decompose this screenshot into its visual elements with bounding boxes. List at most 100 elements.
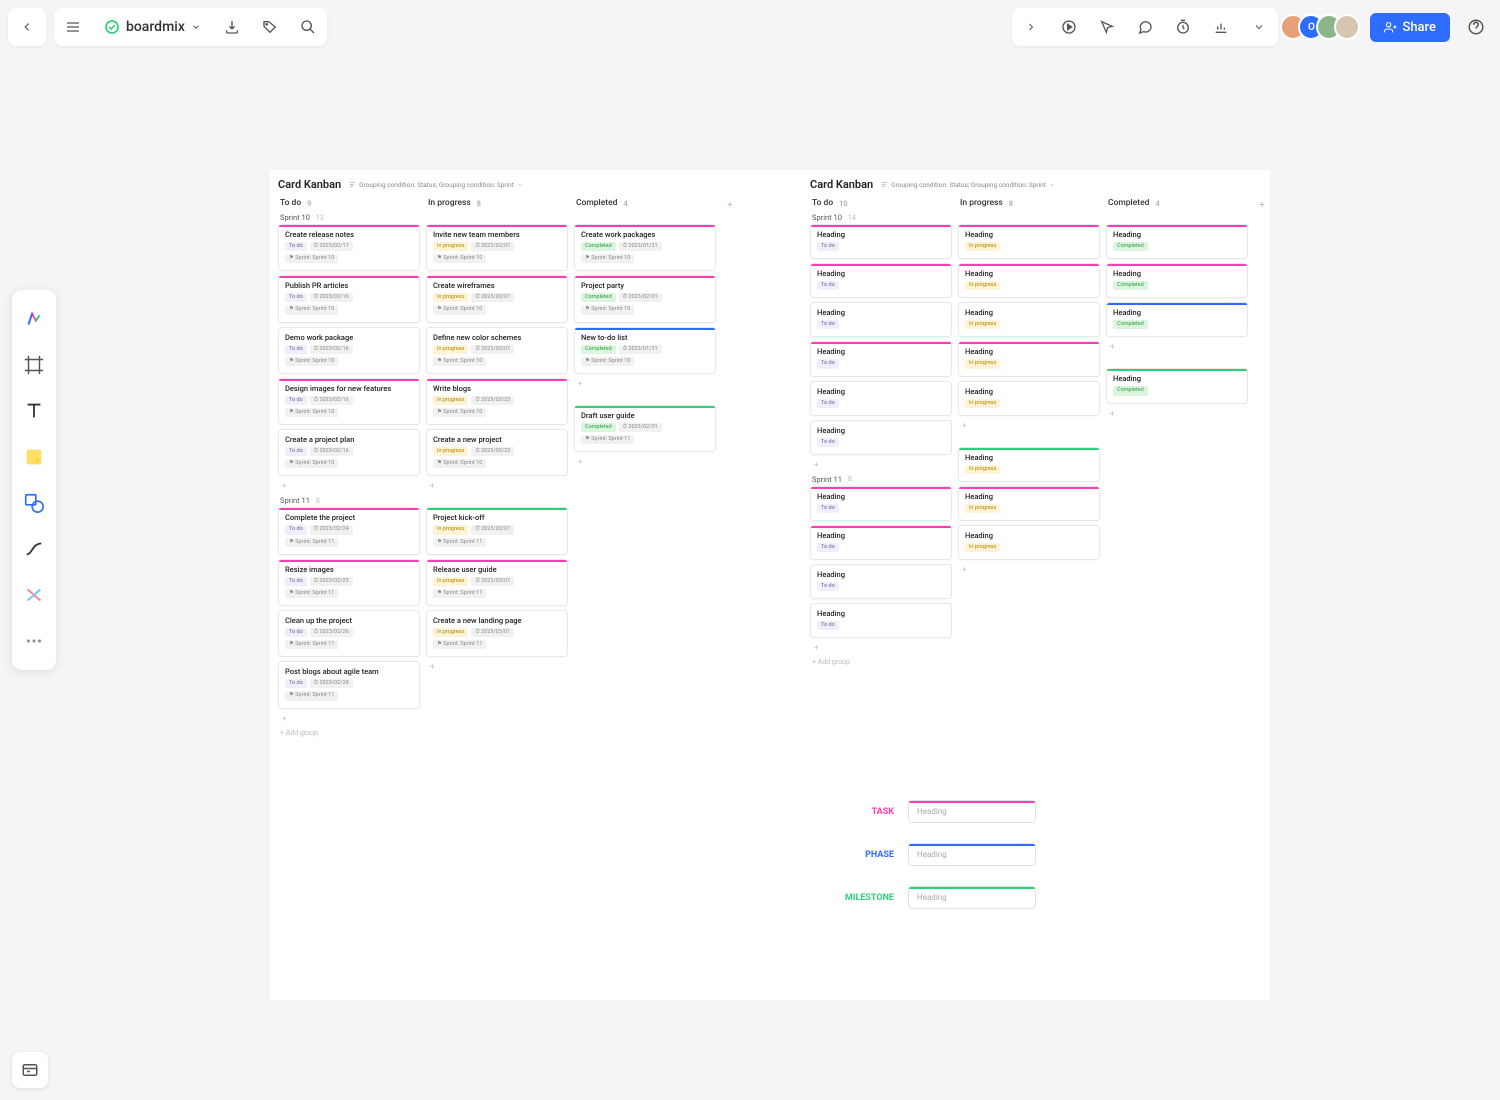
kanban-card[interactable]: Create a new landing page In progress⏱ 2… xyxy=(426,610,568,657)
kanban-card[interactable]: Invite new team members In progress⏱ 202… xyxy=(426,224,568,271)
kanban-card[interactable]: Heading In progress xyxy=(958,263,1100,298)
kanban-card[interactable]: Design images for new features To do⏱ 20… xyxy=(278,378,420,425)
timer-button[interactable] xyxy=(1164,8,1202,46)
add-column-button[interactable]: + xyxy=(1254,197,1270,213)
kanban-card[interactable]: Heading In progress xyxy=(958,486,1100,521)
add-card-button[interactable]: + xyxy=(574,456,716,470)
add-column-button[interactable]: + xyxy=(722,197,738,213)
kanban-card[interactable]: Clean up the project To do⏱ 2023/02/26⚑ … xyxy=(278,610,420,657)
search-button[interactable] xyxy=(289,8,327,46)
kanban-card[interactable]: Heading To do xyxy=(810,603,952,638)
kanban-card[interactable]: Heading To do xyxy=(810,302,952,337)
column-header[interactable]: To do9 xyxy=(278,195,420,211)
kanban-board-right[interactable]: Card Kanban Grouping condition: Status; … xyxy=(810,178,1270,668)
line-tool-icon[interactable] xyxy=(12,528,56,570)
comment-button[interactable] xyxy=(1126,8,1164,46)
kanban-card[interactable]: Publish PR articles To do⏱ 2023/02/16⚑ S… xyxy=(278,275,420,322)
group-label[interactable]: Sprint 118 xyxy=(810,473,952,486)
column-header[interactable]: Completed4 xyxy=(574,195,716,211)
kanban-card[interactable]: Heading To do xyxy=(810,486,952,521)
logo-tool-icon[interactable] xyxy=(12,298,56,340)
kanban-card[interactable]: Heading In progress xyxy=(958,302,1100,337)
kanban-card[interactable]: Create work packages Completed⏱ 2023/01/… xyxy=(574,224,716,271)
play-button[interactable] xyxy=(1050,8,1088,46)
text-tool-icon[interactable] xyxy=(12,390,56,432)
kanban-card[interactable]: Post blogs about agile team To do⏱ 2023/… xyxy=(278,661,420,708)
share-button[interactable]: Share xyxy=(1370,13,1450,42)
kanban-card[interactable]: Heading To do xyxy=(810,341,952,376)
cursor-button[interactable] xyxy=(1088,8,1126,46)
add-card-button[interactable]: + xyxy=(426,661,568,675)
kanban-card[interactable]: Heading To do xyxy=(810,381,952,416)
kanban-card[interactable]: Heading In progress xyxy=(958,525,1100,560)
more-tools-icon[interactable] xyxy=(12,620,56,662)
kanban-card[interactable]: Create a new project In progress⏱ 2023/0… xyxy=(426,429,568,476)
kanban-card[interactable]: Heading Completed xyxy=(1106,263,1248,298)
help-button[interactable] xyxy=(1460,11,1492,43)
group-label[interactable]: Sprint 118 xyxy=(278,494,420,507)
add-card-button[interactable]: + xyxy=(574,378,716,392)
add-card-button[interactable]: + xyxy=(958,420,1100,434)
kanban-card[interactable]: Heading To do xyxy=(810,564,952,599)
kanban-card[interactable]: Heading Completed xyxy=(1106,224,1248,259)
group-label[interactable]: Sprint 1013 xyxy=(278,211,420,224)
canvas[interactable]: Card Kanban Grouping condition: Status; … xyxy=(270,170,1270,1000)
shape-tool-icon[interactable] xyxy=(12,482,56,524)
column-header[interactable]: In progress8 xyxy=(426,195,568,211)
kanban-card[interactable]: Heading Completed xyxy=(1106,368,1248,403)
kanban-card[interactable]: Release user guide In progress⏱ 2023/03/… xyxy=(426,559,568,606)
kanban-card[interactable]: Heading In progress xyxy=(958,341,1100,376)
kanban-card[interactable]: Complete the project To do⏱ 2023/02/24⚑ … xyxy=(278,507,420,554)
kanban-card[interactable]: Project kick-off In progress⏱ 2023/02/01… xyxy=(426,507,568,554)
kanban-card[interactable]: Heading To do xyxy=(810,224,952,259)
more-button[interactable] xyxy=(1240,8,1278,46)
kanban-card[interactable]: Resize images To do⏱ 2023/02/25⚑ Sprint:… xyxy=(278,559,420,606)
kanban-card[interactable]: New to-do list Completed⏱ 2023/01/31⚑ Sp… xyxy=(574,327,716,374)
add-card-button[interactable]: + xyxy=(1106,408,1248,422)
kanban-card[interactable]: Draft user guide Completed⏱ 2023/02/01⚑ … xyxy=(574,405,716,452)
app-logo[interactable]: boardmix xyxy=(92,19,213,35)
frame-tool-icon[interactable] xyxy=(12,344,56,386)
column-header[interactable]: To do10 xyxy=(810,195,952,211)
download-button[interactable] xyxy=(213,8,251,46)
kanban-card[interactable]: Project party Completed⏱ 2023/02/01⚑ Spr… xyxy=(574,275,716,322)
kanban-card[interactable]: Heading In progress xyxy=(958,381,1100,416)
kanban-card[interactable]: Define new color schemes In progress⏱ 20… xyxy=(426,327,568,374)
add-group-button[interactable]: + Add group xyxy=(810,656,952,668)
add-card-button[interactable]: + xyxy=(958,564,1100,578)
expand-button[interactable] xyxy=(1012,8,1050,46)
chart-button[interactable] xyxy=(1202,8,1240,46)
kanban-board-left[interactable]: Card Kanban Grouping condition: Status; … xyxy=(278,178,738,739)
group-label[interactable]: Sprint 1014 xyxy=(810,211,952,224)
collaborator-avatars[interactable]: O xyxy=(1288,14,1360,40)
add-card-button[interactable]: + xyxy=(810,642,952,656)
back-button[interactable] xyxy=(8,8,46,46)
sticky-note-tool-icon[interactable] xyxy=(12,436,56,478)
menu-button[interactable] xyxy=(54,8,92,46)
kanban-card[interactable]: Heading Completed xyxy=(1106,302,1248,337)
add-group-button[interactable]: + Add group xyxy=(278,727,420,739)
kanban-card[interactable]: Heading To do xyxy=(810,263,952,298)
kanban-card[interactable]: Create release notes To do⏱ 2023/02/17⚑ … xyxy=(278,224,420,271)
kanban-card[interactable]: Heading To do xyxy=(810,525,952,560)
add-card-button[interactable]: + xyxy=(278,480,420,494)
board-condition[interactable]: Grouping condition: Status; Grouping con… xyxy=(349,181,523,189)
kanban-card[interactable]: Heading To do xyxy=(810,420,952,455)
layers-button[interactable] xyxy=(12,1052,48,1088)
column-header[interactable]: In progress8 xyxy=(958,195,1100,211)
avatar[interactable] xyxy=(1334,14,1360,40)
kanban-card[interactable]: Create wireframes In progress⏱ 2023/02/0… xyxy=(426,275,568,322)
tag-button[interactable] xyxy=(251,8,289,46)
kanban-card[interactable]: Write blogs In progress⏱ 2023/02/23⚑ Spr… xyxy=(426,378,568,425)
add-card-button[interactable]: + xyxy=(1106,341,1248,355)
kanban-card[interactable]: Heading In progress xyxy=(958,224,1100,259)
kanban-card[interactable]: Heading In progress xyxy=(958,447,1100,482)
add-card-button[interactable]: + xyxy=(278,713,420,727)
board-condition[interactable]: Grouping condition: Status; Grouping con… xyxy=(881,181,1055,189)
connector-tool-icon[interactable] xyxy=(12,574,56,616)
column-header[interactable]: Completed4 xyxy=(1106,195,1248,211)
kanban-card[interactable]: Create a project plan To do⏱ 2023/02/16⚑… xyxy=(278,429,420,476)
add-card-button[interactable]: + xyxy=(810,459,952,473)
add-card-button[interactable]: + xyxy=(426,480,568,494)
kanban-card[interactable]: Demo work package To do⏱ 2023/02/16⚑ Spr… xyxy=(278,327,420,374)
